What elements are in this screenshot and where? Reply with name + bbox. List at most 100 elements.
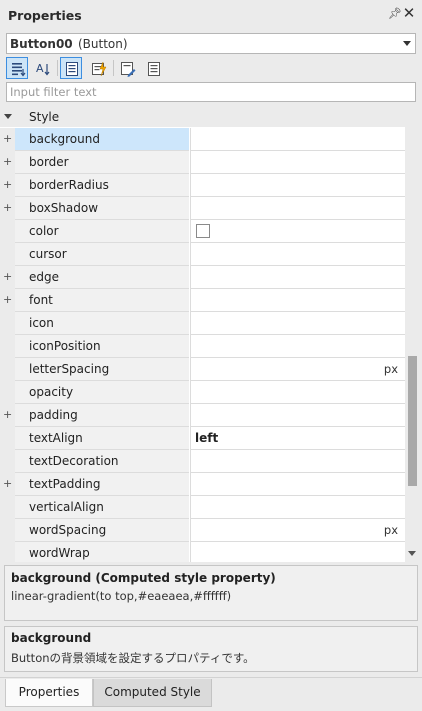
scrollbar[interactable] xyxy=(405,127,419,562)
filter-field[interactable] xyxy=(6,82,416,102)
property-row[interactable]: textAlign left xyxy=(0,427,405,450)
expand-icon[interactable]: + xyxy=(3,201,12,214)
property-name: background xyxy=(29,132,100,146)
edit-style-button[interactable] xyxy=(116,57,138,79)
expand-icon[interactable]: + xyxy=(3,293,12,306)
expand-icon[interactable]: + xyxy=(3,270,12,283)
property-row[interactable]: textDecoration xyxy=(0,450,405,473)
alphabetical-icon: A xyxy=(36,62,50,76)
events-button[interactable] xyxy=(87,57,109,79)
property-row[interactable]: icon xyxy=(0,312,405,335)
bottom-tabs: Properties Computed Style xyxy=(0,677,422,711)
property-value-cell[interactable] xyxy=(190,404,405,427)
property-row[interactable]: opacity xyxy=(0,381,405,404)
toolbar: A xyxy=(4,56,418,80)
property-value-cell[interactable]: px xyxy=(190,358,405,381)
property-name: wordSpacing xyxy=(29,523,107,537)
property-value-cell[interactable] xyxy=(190,197,405,220)
row-gutter: + xyxy=(0,197,15,220)
property-value-cell[interactable] xyxy=(190,289,405,312)
property-name-cell[interactable]: textDecoration xyxy=(15,450,189,473)
scrollbar-thumb[interactable] xyxy=(408,356,417,486)
property-row[interactable]: letterSpacing px xyxy=(0,358,405,381)
property-value-cell[interactable] xyxy=(190,220,405,243)
property-value-cell[interactable] xyxy=(190,335,405,358)
property-name-cell[interactable]: background xyxy=(15,128,189,151)
expand-icon[interactable]: + xyxy=(3,132,12,145)
collapse-icon[interactable] xyxy=(4,114,12,119)
property-row[interactable]: + padding xyxy=(0,404,405,427)
property-row[interactable]: iconPosition xyxy=(0,335,405,358)
expand-icon[interactable]: + xyxy=(3,155,12,168)
property-name-cell[interactable]: textAlign xyxy=(15,427,189,450)
property-name-cell[interactable]: font xyxy=(15,289,189,312)
row-gutter: + xyxy=(0,128,15,151)
row-gutter xyxy=(0,312,15,335)
chevron-down-icon[interactable] xyxy=(403,41,411,46)
color-swatch-checkbox[interactable] xyxy=(196,224,210,238)
alphabetical-button[interactable]: A xyxy=(31,57,53,79)
property-row[interactable]: wordSpacing px xyxy=(0,519,405,542)
property-value-cell[interactable] xyxy=(190,381,405,404)
pin-icon[interactable]: 📌︎ xyxy=(388,7,402,21)
tab-computed-style[interactable]: Computed Style xyxy=(93,679,212,707)
property-row[interactable]: wordWrap xyxy=(0,542,405,562)
property-value-cell[interactable] xyxy=(190,542,405,562)
scroll-down-icon[interactable] xyxy=(408,551,416,556)
description-heading: background xyxy=(11,631,92,645)
property-row[interactable]: + background xyxy=(0,128,405,151)
document-icon xyxy=(148,62,160,76)
expand-icon[interactable]: + xyxy=(3,477,12,490)
property-name-cell[interactable]: textPadding xyxy=(15,473,189,496)
property-value-cell[interactable] xyxy=(190,174,405,197)
property-value-cell[interactable] xyxy=(190,243,405,266)
property-value-cell[interactable] xyxy=(190,473,405,496)
property-name-cell[interactable]: padding xyxy=(15,404,189,427)
property-value-cell[interactable] xyxy=(190,266,405,289)
property-value-cell[interactable] xyxy=(190,312,405,335)
property-name-cell[interactable]: edge xyxy=(15,266,189,289)
property-row[interactable]: + boxShadow xyxy=(0,197,405,220)
properties-view-button[interactable] xyxy=(60,57,82,79)
property-value-cell[interactable] xyxy=(190,128,405,151)
property-row[interactable]: color xyxy=(0,220,405,243)
property-row[interactable]: + edge xyxy=(0,266,405,289)
property-name-cell[interactable]: wordSpacing xyxy=(15,519,189,542)
property-row[interactable]: verticalAlign xyxy=(0,496,405,519)
property-name-cell[interactable]: verticalAlign xyxy=(15,496,189,519)
property-row[interactable]: + border xyxy=(0,151,405,174)
property-name-cell[interactable]: iconPosition xyxy=(15,335,189,358)
object-selector[interactable]: Button00 (Button) xyxy=(6,33,416,54)
property-row[interactable]: + borderRadius xyxy=(0,174,405,197)
properties-view-icon xyxy=(66,62,78,76)
property-value-cell[interactable]: px xyxy=(190,519,405,542)
tab-properties[interactable]: Properties xyxy=(5,679,93,707)
row-gutter: + xyxy=(0,151,15,174)
close-icon[interactable]: ✕ xyxy=(402,5,416,21)
filter-input[interactable] xyxy=(7,83,415,101)
property-name-cell[interactable]: opacity xyxy=(15,381,189,404)
property-name-cell[interactable]: wordWrap xyxy=(15,542,189,562)
property-name: edge xyxy=(29,270,59,284)
unit-label: px xyxy=(383,362,398,376)
property-name-cell[interactable]: letterSpacing xyxy=(15,358,189,381)
property-value-cell[interactable] xyxy=(190,450,405,473)
property-name-cell[interactable]: color xyxy=(15,220,189,243)
property-name: boxShadow xyxy=(29,201,99,215)
property-name-cell[interactable]: cursor xyxy=(15,243,189,266)
property-name-cell[interactable]: borderRadius xyxy=(15,174,189,197)
expand-icon[interactable]: + xyxy=(3,178,12,191)
property-name-cell[interactable]: boxShadow xyxy=(15,197,189,220)
document-button[interactable] xyxy=(142,57,164,79)
property-name-cell[interactable]: border xyxy=(15,151,189,174)
expand-icon[interactable]: + xyxy=(3,408,12,421)
property-value-cell[interactable]: left xyxy=(190,427,405,450)
property-row[interactable]: + textPadding xyxy=(0,473,405,496)
property-row[interactable]: cursor xyxy=(0,243,405,266)
property-name-cell[interactable]: icon xyxy=(15,312,189,335)
property-value-cell[interactable] xyxy=(190,496,405,519)
property-row[interactable]: + font xyxy=(0,289,405,312)
property-value-cell[interactable] xyxy=(190,151,405,174)
category-header[interactable]: Style xyxy=(0,106,405,127)
categorized-button[interactable] xyxy=(6,57,28,79)
